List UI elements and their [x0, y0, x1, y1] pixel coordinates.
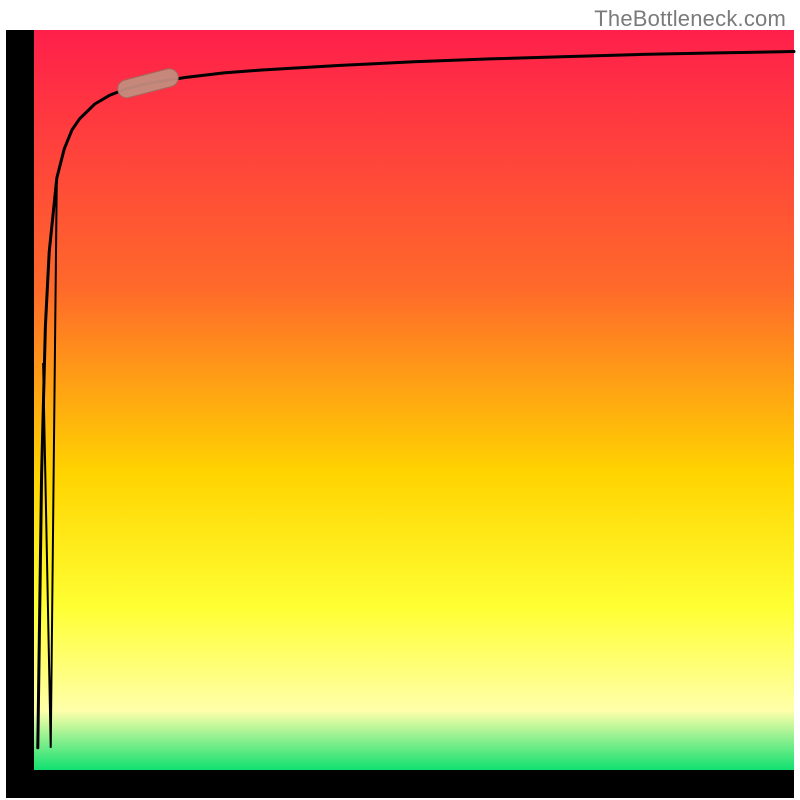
axis-frame-left: [6, 30, 34, 798]
chart-stage: TheBottleneck.com: [0, 0, 800, 800]
chart-svg: [0, 0, 800, 800]
axis-frame-bottom: [6, 770, 794, 798]
plot-gradient-background: [34, 30, 794, 770]
